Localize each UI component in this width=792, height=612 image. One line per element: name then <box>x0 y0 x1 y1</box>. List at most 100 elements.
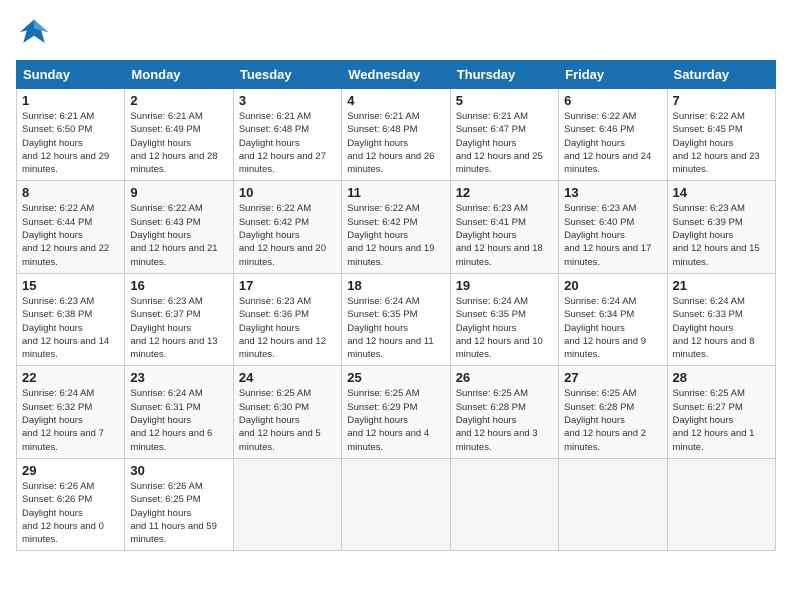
day-cell-12: 12 Sunrise: 6:23 AMSunset: 6:41 PMDayligh… <box>450 181 558 273</box>
day-cell-25: 25 Sunrise: 6:25 AMSunset: 6:29 PMDayligh… <box>342 366 450 458</box>
day-number: 18 <box>347 278 444 293</box>
col-header-tuesday: Tuesday <box>233 61 341 89</box>
day-info: Sunrise: 6:21 AMSunset: 6:50 PMDaylight … <box>22 110 119 176</box>
calendar-week-5: 29 Sunrise: 6:26 AMSunset: 6:26 PMDayligh… <box>17 458 776 550</box>
day-cell-30: 30 Sunrise: 6:26 AMSunset: 6:25 PMDayligh… <box>125 458 233 550</box>
day-cell-17: 17 Sunrise: 6:23 AMSunset: 6:36 PMDayligh… <box>233 273 341 365</box>
day-number: 21 <box>673 278 770 293</box>
day-number: 30 <box>130 463 227 478</box>
day-info: Sunrise: 6:26 AMSunset: 6:25 PMDaylight … <box>130 480 227 546</box>
calendar-week-2: 8 Sunrise: 6:22 AMSunset: 6:44 PMDaylight… <box>17 181 776 273</box>
day-number: 12 <box>456 185 553 200</box>
day-cell-2: 2 Sunrise: 6:21 AMSunset: 6:49 PMDaylight… <box>125 89 233 181</box>
col-header-wednesday: Wednesday <box>342 61 450 89</box>
day-cell-8: 8 Sunrise: 6:22 AMSunset: 6:44 PMDaylight… <box>17 181 125 273</box>
day-number: 25 <box>347 370 444 385</box>
day-number: 8 <box>22 185 119 200</box>
day-cell-13: 13Sunrise: 6:23 AMSunset: 6:40 PMDayligh… <box>559 181 667 273</box>
calendar-week-1: 1 Sunrise: 6:21 AMSunset: 6:50 PMDaylight… <box>17 89 776 181</box>
day-cell-14: 14 Sunrise: 6:23 AMSunset: 6:39 PMDayligh… <box>667 181 775 273</box>
day-cell-28: 28 Sunrise: 6:25 AMSunset: 6:27 PMDayligh… <box>667 366 775 458</box>
calendar-week-4: 22 Sunrise: 6:24 AMSunset: 6:32 PMDayligh… <box>17 366 776 458</box>
empty-cell <box>233 458 341 550</box>
day-cell-21: 21 Sunrise: 6:24 AMSunset: 6:33 PMDayligh… <box>667 273 775 365</box>
day-number: 9 <box>130 185 227 200</box>
day-number: 27 <box>564 370 661 385</box>
day-cell-16: 16 Sunrise: 6:23 AMSunset: 6:37 PMDayligh… <box>125 273 233 365</box>
empty-cell <box>559 458 667 550</box>
col-header-thursday: Thursday <box>450 61 558 89</box>
day-cell-5: 5 Sunrise: 6:21 AMSunset: 6:47 PMDaylight… <box>450 89 558 181</box>
day-info: Sunrise: 6:21 AMSunset: 6:47 PMDaylight … <box>456 110 553 176</box>
day-info: Sunrise: 6:24 AMSunset: 6:35 PMDaylight … <box>347 295 444 361</box>
day-info: Sunrise: 6:22 AMSunset: 6:44 PMDaylight … <box>22 202 119 268</box>
day-info: Sunrise: 6:25 AMSunset: 6:30 PMDaylight … <box>239 387 336 453</box>
day-number: 5 <box>456 93 553 108</box>
day-cell-20: 20 Sunrise: 6:24 AMSunset: 6:34 PMDayligh… <box>559 273 667 365</box>
day-number: 14 <box>673 185 770 200</box>
day-info: Sunrise: 6:24 AMSunset: 6:33 PMDaylight … <box>673 295 770 361</box>
day-info: Sunrise: 6:23 AMSunset: 6:39 PMDaylight … <box>673 202 770 268</box>
day-cell-26: 26 Sunrise: 6:25 AMSunset: 6:28 PMDayligh… <box>450 366 558 458</box>
col-header-sunday: Sunday <box>17 61 125 89</box>
day-info: Sunrise: 6:25 AMSunset: 6:28 PMDaylight … <box>564 387 661 453</box>
day-number: 13 <box>564 185 661 200</box>
day-number: 19 <box>456 278 553 293</box>
day-cell-9: 9 Sunrise: 6:22 AMSunset: 6:43 PMDaylight… <box>125 181 233 273</box>
logo-icon <box>16 16 52 52</box>
day-number: 2 <box>130 93 227 108</box>
col-header-monday: Monday <box>125 61 233 89</box>
day-info: Sunrise: 6:22 AMSunset: 6:46 PMDaylight … <box>564 110 661 176</box>
day-number: 29 <box>22 463 119 478</box>
day-info: Sunrise: 6:23 AMSunset: 6:41 PMDaylight … <box>456 202 553 268</box>
day-number: 3 <box>239 93 336 108</box>
day-cell-3: 3 Sunrise: 6:21 AMSunset: 6:48 PMDaylight… <box>233 89 341 181</box>
day-cell-27: 27 Sunrise: 6:25 AMSunset: 6:28 PMDayligh… <box>559 366 667 458</box>
day-number: 1 <box>22 93 119 108</box>
day-number: 23 <box>130 370 227 385</box>
day-number: 10 <box>239 185 336 200</box>
day-cell-1: 1 Sunrise: 6:21 AMSunset: 6:50 PMDaylight… <box>17 89 125 181</box>
day-info: Sunrise: 6:22 AMSunset: 6:42 PMDaylight … <box>347 202 444 268</box>
day-number: 7 <box>673 93 770 108</box>
empty-cell <box>450 458 558 550</box>
day-info: Sunrise: 6:21 AMSunset: 6:48 PMDaylight … <box>239 110 336 176</box>
day-info: Sunrise: 6:22 AMSunset: 6:42 PMDaylight … <box>239 202 336 268</box>
empty-cell <box>342 458 450 550</box>
calendar-week-3: 15Sunrise: 6:23 AMSunset: 6:38 PMDayligh… <box>17 273 776 365</box>
day-number: 15 <box>22 278 119 293</box>
day-cell-4: 4Sunrise: 6:21 AMSunset: 6:48 PMDaylight… <box>342 89 450 181</box>
day-info: Sunrise: 6:25 AMSunset: 6:29 PMDaylight … <box>347 387 444 453</box>
day-cell-11: 11Sunrise: 6:22 AMSunset: 6:42 PMDayligh… <box>342 181 450 273</box>
day-info: Sunrise: 6:25 AMSunset: 6:27 PMDaylight … <box>673 387 770 453</box>
day-number: 26 <box>456 370 553 385</box>
day-number: 24 <box>239 370 336 385</box>
day-info: Sunrise: 6:24 AMSunset: 6:34 PMDaylight … <box>564 295 661 361</box>
day-cell-23: 23 Sunrise: 6:24 AMSunset: 6:31 PMDayligh… <box>125 366 233 458</box>
col-header-friday: Friday <box>559 61 667 89</box>
day-number: 28 <box>673 370 770 385</box>
logo <box>16 16 56 52</box>
day-info: Sunrise: 6:23 AMSunset: 6:36 PMDaylight … <box>239 295 336 361</box>
day-info: Sunrise: 6:24 AMSunset: 6:35 PMDaylight … <box>456 295 553 361</box>
day-cell-19: 19 Sunrise: 6:24 AMSunset: 6:35 PMDayligh… <box>450 273 558 365</box>
day-number: 17 <box>239 278 336 293</box>
day-info: Sunrise: 6:23 AMSunset: 6:37 PMDaylight … <box>130 295 227 361</box>
day-info: Sunrise: 6:26 AMSunset: 6:26 PMDaylight … <box>22 480 119 546</box>
day-info: Sunrise: 6:25 AMSunset: 6:28 PMDaylight … <box>456 387 553 453</box>
day-number: 22 <box>22 370 119 385</box>
empty-cell <box>667 458 775 550</box>
day-info: Sunrise: 6:24 AMSunset: 6:32 PMDaylight … <box>22 387 119 453</box>
calendar-table: SundayMondayTuesdayWednesdayThursdayFrid… <box>16 60 776 551</box>
day-info: Sunrise: 6:21 AMSunset: 6:49 PMDaylight … <box>130 110 227 176</box>
day-number: 4 <box>347 93 444 108</box>
day-number: 16 <box>130 278 227 293</box>
day-info: Sunrise: 6:22 AMSunset: 6:43 PMDaylight … <box>130 202 227 268</box>
day-cell-15: 15Sunrise: 6:23 AMSunset: 6:38 PMDayligh… <box>17 273 125 365</box>
day-info: Sunrise: 6:24 AMSunset: 6:31 PMDaylight … <box>130 387 227 453</box>
day-cell-6: 6Sunrise: 6:22 AMSunset: 6:46 PMDaylight… <box>559 89 667 181</box>
day-cell-18: 18 Sunrise: 6:24 AMSunset: 6:35 PMDayligh… <box>342 273 450 365</box>
day-number: 20 <box>564 278 661 293</box>
day-info: Sunrise: 6:22 AMSunset: 6:45 PMDaylight … <box>673 110 770 176</box>
day-cell-29: 29 Sunrise: 6:26 AMSunset: 6:26 PMDayligh… <box>17 458 125 550</box>
